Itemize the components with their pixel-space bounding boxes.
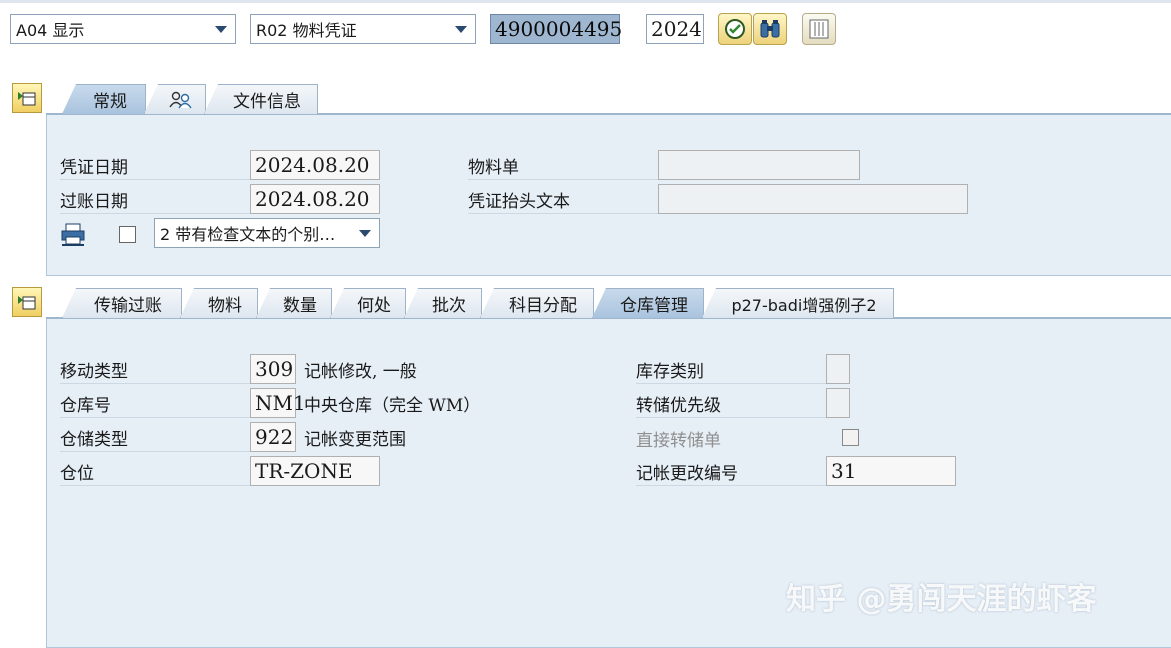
tab-label: 何处 [357, 296, 391, 316]
movement-type-label: 移动类型 [60, 356, 250, 384]
warehouse-label: 仓库号 [60, 390, 250, 418]
bin-field[interactable]: TR-ZONE [250, 456, 380, 486]
posting-change-no-label: 记帐更改编号 [636, 458, 826, 486]
document-number-field[interactable]: 4900004495 [490, 14, 622, 44]
tab-label: 传输过账 [94, 296, 162, 316]
warehouse-desc: 中央仓库（完全 WM） [304, 395, 481, 416]
print-option-select[interactable]: 2 带有检查文本的个别… [154, 218, 380, 248]
movement-type-field[interactable]: 309 [250, 354, 296, 384]
table-settings-icon [809, 19, 829, 39]
top-border [0, 0, 1171, 3]
posting-date-label: 过账日期 [60, 186, 250, 214]
tab-doc-info-label: 文件信息 [233, 92, 301, 112]
tab-label: 科目分配 [509, 296, 577, 316]
find-button[interactable] [753, 13, 787, 45]
tab-quantity[interactable]: 数量 [256, 288, 332, 318]
year-field[interactable]: 2024 [646, 14, 704, 44]
tab-label: 批次 [432, 296, 466, 316]
clock-check-icon [725, 19, 745, 39]
header-text-field[interactable] [658, 184, 968, 214]
header-toggle-button[interactable] [12, 83, 42, 113]
storage-type-desc: 记帐变更范围 [304, 429, 406, 450]
tab-warehouse-mgmt[interactable]: 仓库管理 [592, 288, 704, 318]
tab-label: 仓库管理 [620, 296, 688, 316]
tab-where[interactable]: 何处 [330, 288, 406, 318]
posting-change-no-field[interactable]: 31 [826, 456, 956, 486]
tab-label: 物料 [208, 296, 242, 316]
tab-general[interactable]: 常规 [62, 84, 146, 114]
bin-label: 仓位 [60, 458, 250, 486]
material-slip-field[interactable] [658, 150, 860, 180]
transfer-priority-field[interactable] [826, 388, 850, 418]
tab-label: 数量 [283, 296, 317, 316]
doc-date-field[interactable]: 2024.08.20 [250, 150, 380, 180]
print-checkbox[interactable] [119, 226, 136, 243]
tab-transfer-posting[interactable]: 传输过账 [62, 288, 182, 318]
storage-type-label: 仓储类型 [60, 424, 250, 452]
header-text-label: 凭证抬头文本 [468, 186, 658, 214]
action-select[interactable]: A04 显示 [10, 14, 236, 44]
chevron-down-icon [359, 229, 371, 237]
watermark-text: 知乎 @勇闯天涯的虾客 [786, 582, 1097, 617]
direct-to-label: 直接转储单 [636, 430, 721, 451]
storage-type-field[interactable]: 922 [250, 422, 296, 452]
execute-button[interactable] [718, 13, 752, 45]
expand-panel-icon [18, 92, 36, 106]
doc-date-label: 凭证日期 [60, 152, 250, 180]
tab-partners[interactable] [144, 84, 206, 114]
print-option-value: 2 带有检查文本的个别… [160, 225, 336, 244]
expand-panel-icon [18, 296, 36, 310]
chevron-down-icon [215, 25, 227, 33]
stock-category-field[interactable] [826, 354, 850, 384]
reference-select[interactable]: R02 物料凭证 [250, 14, 476, 44]
stock-category-label: 库存类别 [636, 356, 826, 384]
tab-p27-badi[interactable]: p27-badi增强例子2 [702, 288, 894, 318]
tab-account-assignment[interactable]: 科目分配 [480, 288, 594, 318]
posting-date-field[interactable]: 2024.08.20 [250, 184, 380, 214]
action-select-value: A04 显示 [16, 21, 85, 40]
movement-type-desc: 记帐修改, 一般 [304, 361, 417, 382]
reference-select-value: R02 物料凭证 [256, 21, 357, 40]
tab-doc-info[interactable]: 文件信息 [204, 84, 318, 114]
warehouse-field[interactable]: NM1 [250, 388, 306, 418]
material-slip-label: 物料单 [468, 152, 658, 180]
detail-toggle-button[interactable] [12, 287, 42, 317]
binoculars-icon [760, 20, 780, 38]
tab-general-label: 常规 [93, 92, 127, 112]
chevron-down-icon [455, 25, 467, 33]
tab-material[interactable]: 物料 [180, 288, 258, 318]
printer-icon[interactable] [60, 222, 86, 246]
tab-batch[interactable]: 批次 [404, 288, 482, 318]
partners-icon [169, 91, 192, 108]
tab-label: p27-badi增强例子2 [731, 295, 877, 315]
direct-to-checkbox[interactable] [842, 429, 859, 446]
transfer-priority-label: 转储优先级 [636, 390, 826, 418]
layout-button[interactable] [802, 13, 836, 45]
